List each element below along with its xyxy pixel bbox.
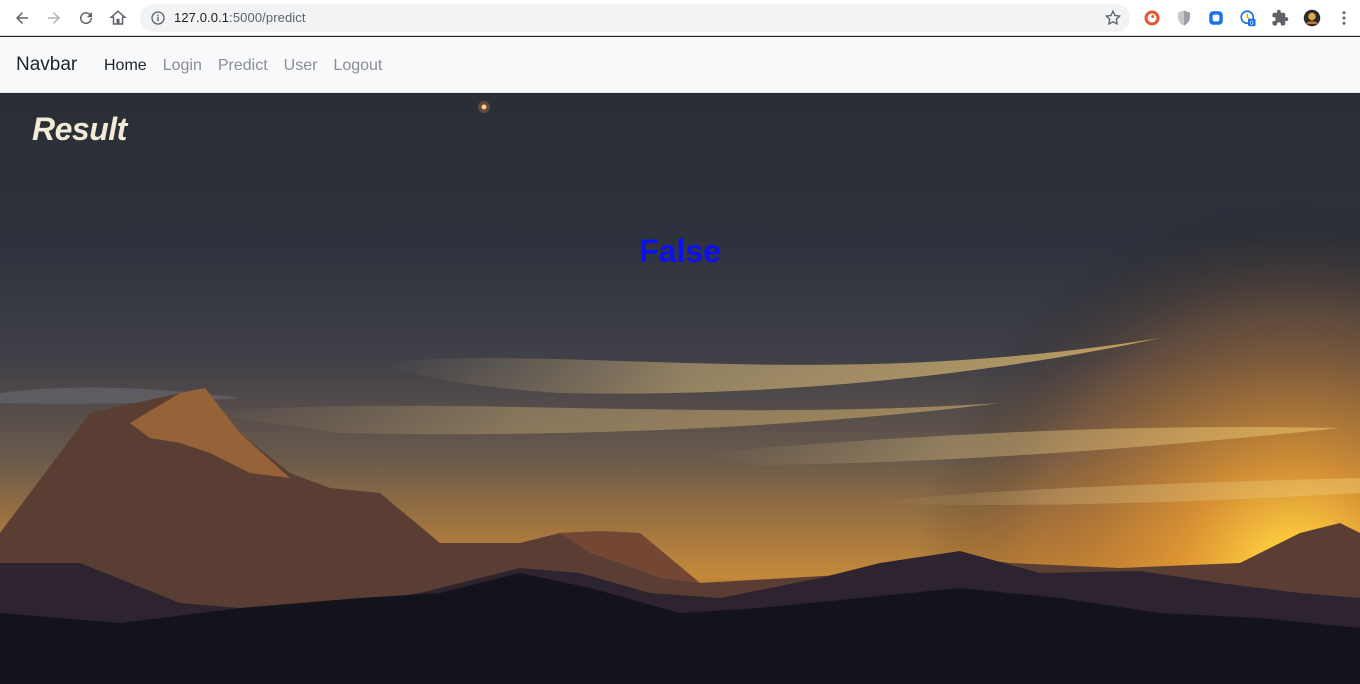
reload-icon <box>80 12 93 25</box>
result-section: Result False <box>0 93 1360 684</box>
avatar <box>1303 9 1321 27</box>
blue-extension[interactable] <box>1206 8 1226 28</box>
nav-link-login[interactable]: Login <box>163 57 202 75</box>
site-navbar: Navbar Home Login Predict User Logout <box>0 37 1360 93</box>
browser-menu-button[interactable] <box>1334 8 1354 28</box>
url-text[interactable]: 127.0.0.1:5000/predict <box>174 10 306 25</box>
navbar-brand[interactable]: Navbar <box>16 54 77 76</box>
duckduckgo-extension[interactable] <box>1142 8 1162 28</box>
nav-link-logout[interactable]: Logout <box>333 57 382 75</box>
result-heading: Result <box>32 111 127 147</box>
nav-links: Home Login Predict User Logout <box>104 57 398 75</box>
forward-button[interactable] <box>42 6 66 30</box>
address-bar[interactable]: 127.0.0.1:5000/predict <box>140 4 1130 32</box>
extension-blue-icon <box>1209 11 1223 25</box>
info-icon[interactable] <box>150 10 166 26</box>
clock-extension[interactable]: 0 <box>1238 8 1258 28</box>
arrow-left-icon <box>16 12 28 24</box>
arrow-right-icon <box>48 12 60 24</box>
puzzle-icon <box>1272 9 1289 26</box>
more-icon <box>1342 11 1346 25</box>
url-path: :5000/predict <box>229 10 306 25</box>
extensions-menu-button[interactable] <box>1270 8 1290 28</box>
star-icon[interactable] <box>1104 9 1122 27</box>
back-button[interactable] <box>10 6 34 30</box>
nav-link-home[interactable]: Home <box>104 57 147 75</box>
home-button[interactable] <box>106 6 130 30</box>
mountain-sunset-background <box>0 93 1360 684</box>
nav-link-user[interactable]: User <box>284 57 318 75</box>
prediction-result: False <box>639 233 721 269</box>
nav-link-predict[interactable]: Predict <box>218 57 268 75</box>
profile-button[interactable] <box>1302 8 1322 28</box>
duckduckgo-icon <box>1144 10 1160 26</box>
clock-badge-icon: 0 <box>1240 10 1256 27</box>
home-icon <box>109 10 127 25</box>
browser-toolbar: 127.0.0.1:5000/predict 0 <box>0 0 1360 36</box>
url-host: 127.0.0.1 <box>174 10 230 25</box>
shield-extension[interactable] <box>1174 8 1194 28</box>
shield-icon <box>1178 10 1190 26</box>
reload-button[interactable] <box>74 6 98 30</box>
